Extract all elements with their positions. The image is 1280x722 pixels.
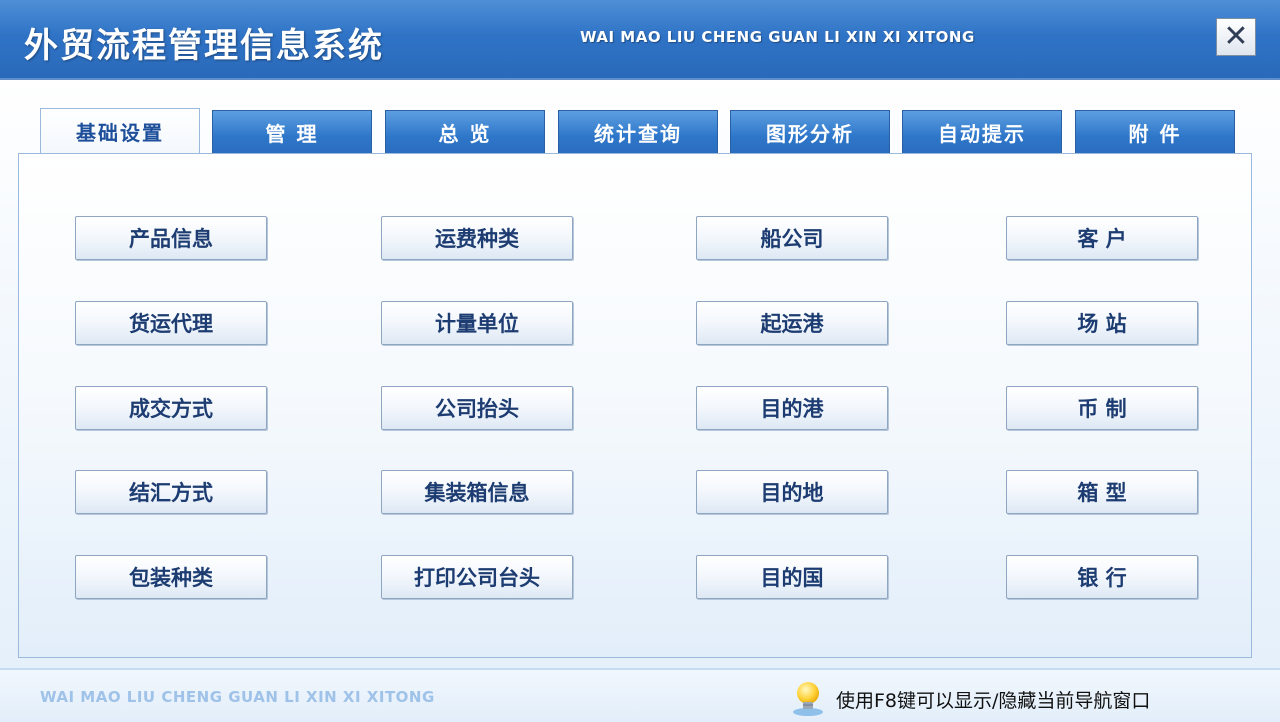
bank-button[interactable]: 银 行 [1006,555,1198,599]
customer-button[interactable]: 客 户 [1006,216,1198,260]
currency-button[interactable]: 币 制 [1006,386,1198,430]
tab-basic-settings[interactable]: 基础设置 [40,108,200,154]
tab-statistics-query[interactable]: 统计查询 [558,110,718,154]
destination-button[interactable]: 目的地 [696,470,888,514]
lightbulb-icon [793,682,823,716]
freight-type-button[interactable]: 运费种类 [381,216,573,260]
measurement-unit-button[interactable]: 计量单位 [381,301,573,345]
print-company-header-button[interactable]: 打印公司台头 [381,555,573,599]
container-info-button[interactable]: 集装箱信息 [381,470,573,514]
container-type-button[interactable]: 箱 型 [1006,470,1198,514]
app-title-pinyin: WAI MAO LIU CHENG GUAN LI XIN XI XITONG [580,28,975,46]
close-icon: ✕ [1223,19,1249,54]
destination-country-button[interactable]: 目的国 [696,555,888,599]
title-bar: 外贸流程管理信息系统 WAI MAO LIU CHENG GUAN LI XIN… [0,0,1280,80]
packaging-type-button[interactable]: 包装种类 [75,555,267,599]
basic-settings-panel: 产品信息 货运代理 成交方式 结汇方式 包装种类 运费种类 计量单位 公司抬头 … [18,153,1252,658]
yard-station-button[interactable]: 场 站 [1006,301,1198,345]
shipping-company-button[interactable]: 船公司 [696,216,888,260]
tab-management[interactable]: 管 理 [212,110,372,154]
close-button[interactable]: ✕ [1216,18,1256,56]
port-of-loading-button[interactable]: 起运港 [696,301,888,345]
footer-brand: WAI MAO LIU CHENG GUAN LI XIN XI XITONG [40,688,435,706]
f8-hint-text: 使用F8键可以显示/隐藏当前导航窗口 [836,690,1151,712]
tab-auto-reminder[interactable]: 自动提示 [902,110,1062,154]
app-title: 外贸流程管理信息系统 [24,26,384,66]
tab-attachments[interactable]: 附 件 [1075,110,1235,154]
freight-forwarder-button[interactable]: 货运代理 [75,301,267,345]
destination-port-button[interactable]: 目的港 [696,386,888,430]
product-info-button[interactable]: 产品信息 [75,216,267,260]
tab-graph-analysis[interactable]: 图形分析 [730,110,890,154]
settlement-method-button[interactable]: 结汇方式 [75,470,267,514]
company-letterhead-button[interactable]: 公司抬头 [381,386,573,430]
status-bar: WAI MAO LIU CHENG GUAN LI XIN XI XITONG … [0,668,1280,722]
tab-overview[interactable]: 总 览 [385,110,545,154]
trade-terms-button[interactable]: 成交方式 [75,386,267,430]
